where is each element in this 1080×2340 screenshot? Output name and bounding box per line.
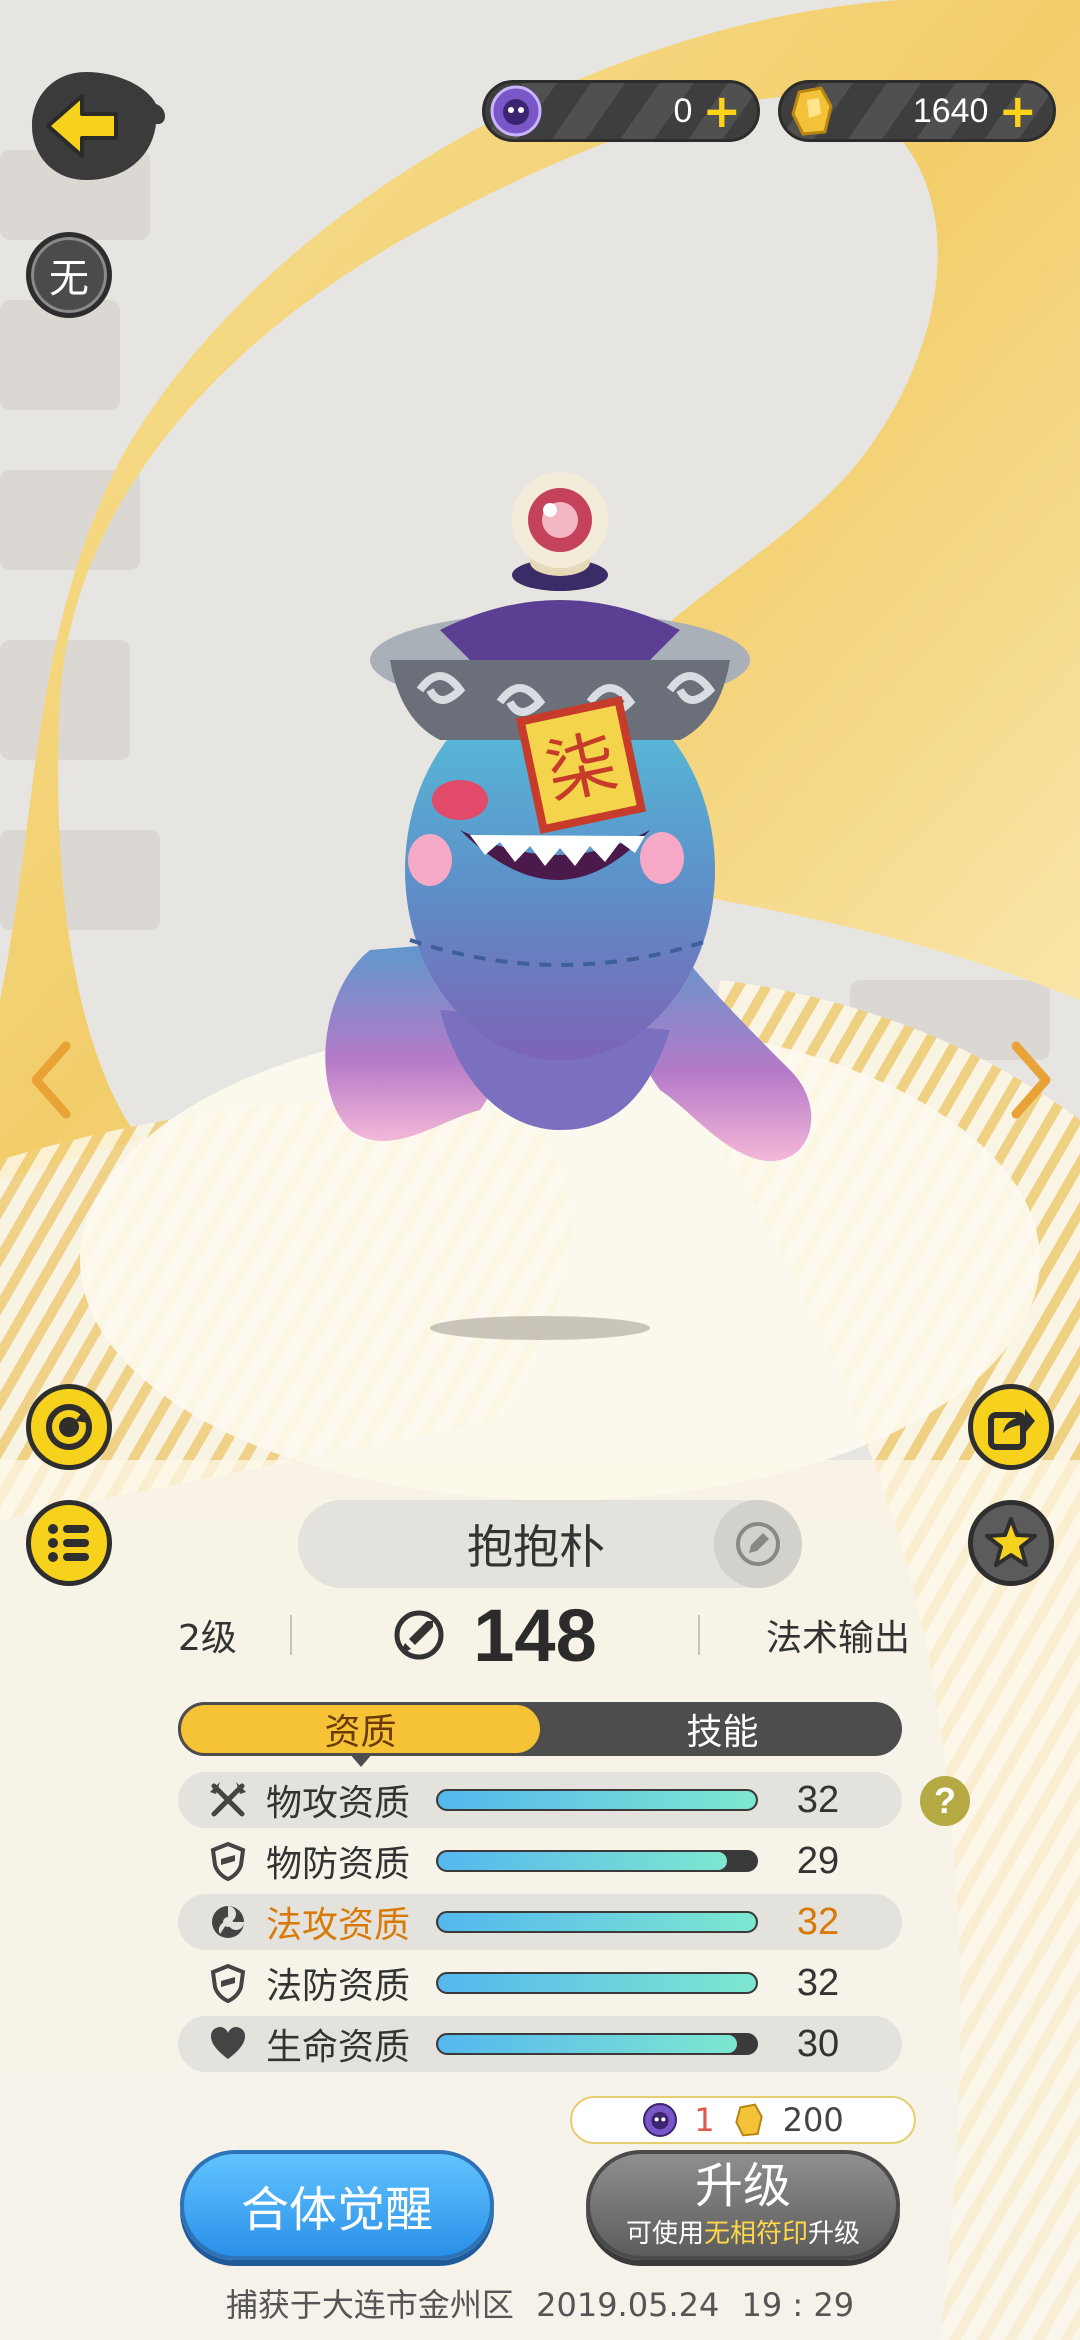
magic-attack-icon [198,1902,258,1942]
upgrade-button[interactable]: 升级 可使用无相符印升级 [586,2150,900,2260]
orb-cost-value: 1 [694,2101,715,2139]
pencil-icon [736,1522,780,1566]
crystal-add-button[interactable]: + [998,88,1037,134]
rename-button[interactable] [714,1500,802,1588]
star-icon [985,1517,1037,1567]
orb-add-button[interactable]: + [702,88,741,134]
stat-value: 32 [796,1778,840,1821]
stat-bar [436,1911,758,1933]
screen: 柒 无 0 + 1640 + 抱抱朴 2级 148 法术输出 资质 技能 物攻资… [0,0,1080,2340]
physical-defense-icon [198,1841,258,1881]
orb-currency[interactable]: 0 + [482,80,760,142]
crystal-cost-value: 200 [782,2101,844,2139]
heart-icon [198,2024,258,2064]
info-row: 2级 148 法术输出 [170,1594,910,1677]
crystal-currency[interactable]: 1640 + [778,80,1056,142]
stat-bar-fill [438,1852,728,1870]
stat-bar [436,1972,758,1994]
previous-arrow-icon[interactable] [26,1040,76,1120]
magic-defense-icon [198,1963,258,2003]
combat-power-value: 148 [473,1593,597,1677]
stat-row-physical-attack: 物攻资质 32 [178,1772,902,1828]
crystal-icon [783,82,841,140]
stat-bar-fill [438,1791,756,1809]
element-badge[interactable]: 无 [26,232,112,318]
stat-bar [436,2033,758,2055]
capture-location: 捕获于大连市金州区 [225,2286,514,2324]
stat-row-hp: 生命资质 30 [178,2016,902,2072]
capture-date: 2019.05.24 [536,2286,720,2324]
element-badge-label: 无 [49,256,89,302]
crystal-icon [734,2103,763,2137]
stat-value: 32 [796,1900,840,1943]
monster-image[interactable]: 柒 [290,470,850,1190]
capture-info: 捕获于大连市金州区 2019.05.24 19 : 29 [0,2280,1080,2326]
stat-bar-fill [438,2035,737,2053]
awaken-button-label: 合体觉醒 [240,2182,433,2238]
combat-power: 148 [292,1593,698,1678]
stat-label: 法攻资质 [266,1905,411,1946]
level-label: 2级 [178,1618,237,1659]
stat-label: 法防资质 [266,1966,411,2007]
stat-label: 物攻资质 [266,1783,411,1824]
stat-bar [436,1850,758,1872]
aptitude-help-button[interactable]: ? [920,1776,970,1826]
upgrade-cost: 1 200 [570,2096,916,2144]
physical-attack-icon [198,1780,258,1820]
awaken-button[interactable]: 合体觉醒 [180,2150,494,2260]
stat-bar-fill [438,1974,756,1992]
favorite-button[interactable] [968,1500,1054,1586]
refresh-icon [46,1404,92,1450]
next-arrow-icon[interactable] [1006,1040,1056,1120]
upgrade-button-label: 升级 [694,2158,791,2215]
menu-list-button[interactable] [26,1500,112,1586]
stat-value: 32 [796,1961,840,2004]
stat-row-physical-defense: 物防资质 29 [178,1833,902,1889]
back-button[interactable] [28,68,168,184]
ghost-orb-icon [643,2103,678,2137]
tab-aptitude[interactable]: 资质 [178,1702,543,1767]
tab-skills-label: 技能 [686,1712,759,1753]
stat-row-magic-attack: 法攻资质 32 [178,1894,902,1950]
stat-row-magic-defense: 法防资质 32 [178,1955,902,2011]
sword-icon [394,1610,444,1660]
stat-bar-fill [438,1913,756,1931]
upgrade-hint-prefix: 可使用 [625,2218,704,2249]
monster-name: 抱抱朴 [467,1520,605,1574]
monster-name-pill: 抱抱朴 [298,1500,802,1588]
ghost-orb-icon [487,82,545,140]
tab-skills[interactable]: 技能 [543,1702,902,1756]
share-button[interactable] [968,1384,1054,1470]
tab-bar: 资质 技能 [178,1702,902,1767]
question-mark-icon: ? [934,1780,956,1821]
role-label: 法术输出 [765,1618,910,1659]
list-icon [48,1524,89,1562]
aptitude-list: 物攻资质 32 物防资质 29 法攻资质 32 法防资质 32 生命资质 30 [178,1772,902,2077]
tab-caret [348,1753,373,1767]
orb-count: 0 [673,91,693,130]
stat-label: 生命资质 [266,2027,411,2068]
rotate-button[interactable] [26,1384,112,1470]
share-icon [988,1409,1035,1450]
stat-value: 30 [796,2022,840,2065]
upgrade-hint-item: 无相符印 [703,2218,808,2249]
upgrade-hint-suffix: 升级 [808,2218,861,2249]
capture-time: 19 : 29 [741,2286,855,2324]
stat-bar [436,1789,758,1811]
stat-label: 物防资质 [266,1844,411,1885]
crystal-count: 1640 [912,91,989,130]
upgrade-hint: 可使用无相符印升级 [626,2213,860,2250]
tab-aptitude-label: 资质 [324,1712,397,1753]
stat-value: 29 [796,1839,840,1882]
